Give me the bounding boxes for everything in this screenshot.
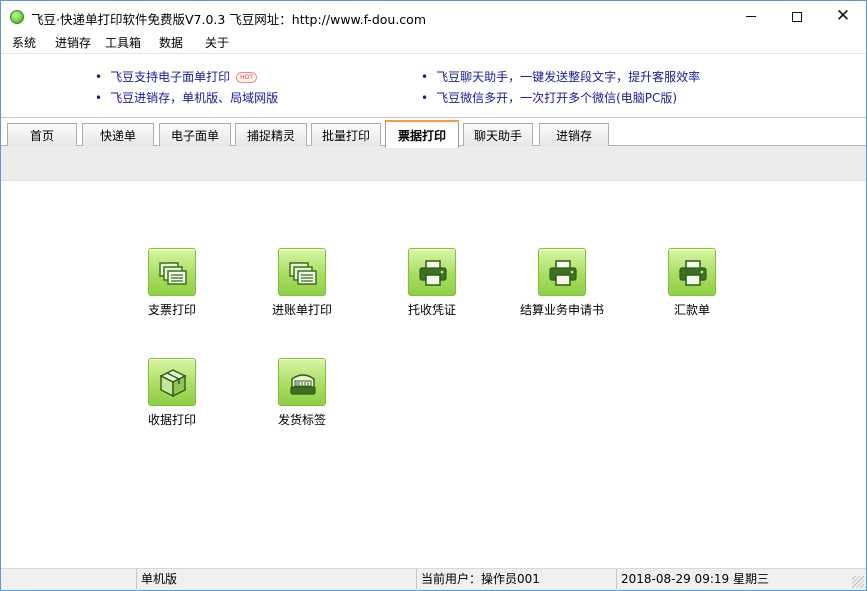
tile-settlement-application[interactable]: 结算业务申请书 [502,248,622,318]
promo-link-text: 飞豆进销存，单机版、局域网版 [110,91,279,105]
close-icon: ✕ [835,6,851,26]
bullet: • [95,91,103,105]
maximize-icon [792,11,802,22]
bullet: • [421,70,429,84]
tile-shipping-label[interactable]: 发货标签 [242,358,362,428]
menu-toolbox[interactable]: 工具箱 [105,34,141,51]
menu-bar: 系统 进销存 工具箱 数据 关于 [1,32,866,52]
tile-collection-voucher[interactable]: 托收凭证 [372,248,492,318]
tab-express-waybill[interactable]: 快递单 [82,123,154,147]
tile-remittance-form[interactable]: 汇款单 [632,248,752,318]
bullet: • [95,70,103,84]
tile-cheque-print[interactable]: 支票打印 [112,248,232,318]
maximize-button[interactable] [774,1,820,32]
menu-about[interactable]: 关于 [205,34,229,51]
window-title: 飞豆·快递单打印软件免费版V7.0.3 飞豆网址：http://www.f-do… [31,12,426,27]
promo-link-wechat-multi[interactable]: • 飞豆微信多开，一次打开多个微信(电脑PC版) [421,89,677,106]
receipt-print-panel: 支票打印 进账单打印 托收凭证 结算业务申请书 汇款单 收据打印 发货标签 [1,182,866,568]
promo-link-text: 飞豆微信多开，一次打开多个微信(电脑PC版) [436,91,678,105]
menu-inventory[interactable]: 进销存 [55,34,91,51]
menu-data[interactable]: 数据 [159,34,183,51]
documents-icon [278,248,326,296]
status-datetime: 2018-08-29 09:19 星期三 [616,569,848,591]
status-current-user: 当前用户：操作员001 [416,569,616,591]
tab-electronic-waybill[interactable]: 电子面单 [159,123,231,147]
tab-chat-helper[interactable]: 聊天助手 [463,123,533,147]
app-logo-icon [10,10,24,24]
menu-system[interactable]: 系统 [12,34,36,51]
status-edition: 单机版 [136,569,416,591]
tab-capture-wizard[interactable]: 捕捉精灵 [235,123,307,147]
promo-link-chat-helper[interactable]: • 飞豆聊天助手，一键发送整段文字，提升客服效率 [421,68,700,85]
resize-grip-icon[interactable] [852,576,864,588]
tab-bar: 首页 快递单 电子面单 捕捉精灵 批量打印 票据打印 聊天助手 进销存 [1,117,866,148]
tile-label: 收据打印 [147,413,196,427]
minimize-button[interactable] [728,1,774,32]
printer-icon [408,248,456,296]
tile-label: 结算业务申请书 [519,303,604,317]
promo-link-inventory[interactable]: • 飞豆进销存，单机版、局域网版 [95,89,278,106]
tile-label: 发货标签 [277,413,326,427]
tile-label: 托收凭证 [407,303,456,317]
tile-receipt-print[interactable]: 收据打印 [112,358,232,428]
promo-area: • 飞豆支持电子面单打印 HOT • 飞豆进销存，单机版、局域网版 • 飞豆聊天助手，一… [1,53,866,117]
tile-label: 支票打印 [147,303,196,317]
bullet: • [421,91,429,105]
hot-badge: HOT [236,72,257,83]
promo-link-text: 飞豆聊天助手，一键发送整段文字，提升客服效率 [436,70,701,84]
title-bar: 飞豆·快递单打印软件免费版V7.0.3 飞豆网址：http://www.f-do… [1,1,866,32]
tab-toolbar-area [1,146,866,181]
promo-link-eorder[interactable]: • 飞豆支持电子面单打印 HOT [95,68,257,85]
tile-deposit-slip-print[interactable]: 进账单打印 [242,248,362,318]
minimize-icon [746,16,756,17]
tile-label: 进账单打印 [271,303,332,317]
tab-receipt-print[interactable]: 票据打印 [385,120,459,148]
tab-batch-print[interactable]: 批量打印 [311,123,381,147]
app-window: 飞豆·快递单打印软件免费版V7.0.3 飞豆网址：http://www.f-do… [0,0,867,591]
documents-icon [148,248,196,296]
printer-icon [538,248,586,296]
box-icon [148,358,196,406]
tile-label: 汇款单 [673,303,710,317]
label-printer-icon [278,358,326,406]
status-bar: 单机版 当前用户：操作员001 2018-08-29 09:19 星期三 [1,568,866,591]
close-button[interactable]: ✕ [820,1,866,32]
tab-home[interactable]: 首页 [7,123,77,147]
promo-link-text: 飞豆支持电子面单打印 [110,70,231,84]
tab-inventory[interactable]: 进销存 [539,123,609,147]
printer-icon [668,248,716,296]
